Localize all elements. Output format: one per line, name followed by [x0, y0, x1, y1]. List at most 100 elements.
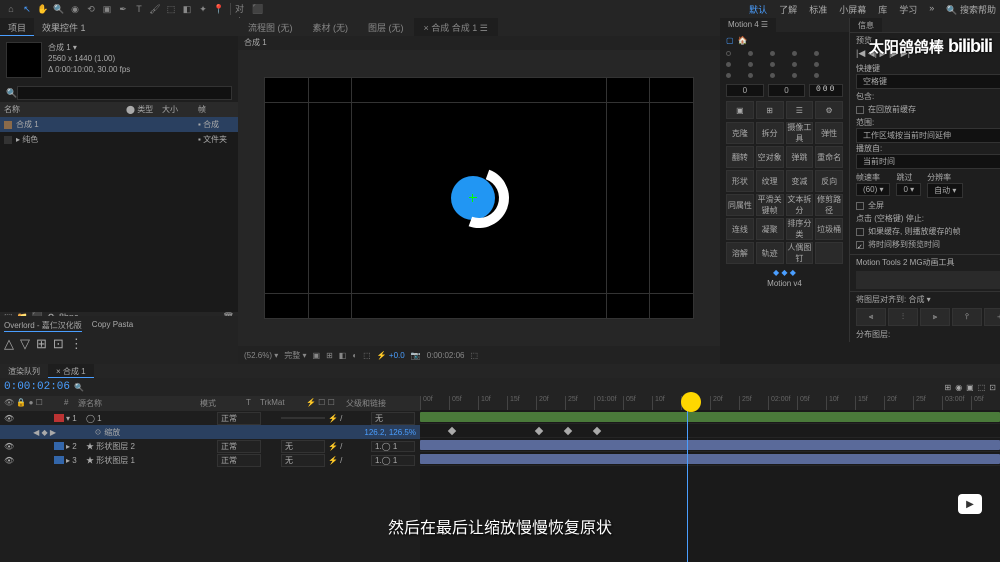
- m4-btn-a[interactable]: ▣: [726, 101, 754, 119]
- vp-icon-5[interactable]: ⬚: [363, 351, 371, 360]
- ol-icon-1[interactable]: △: [4, 336, 14, 352]
- m4-rename[interactable]: 重命名: [815, 146, 843, 168]
- m4-cluster[interactable]: 凝聚: [756, 218, 784, 240]
- m4-btn-d[interactable]: ⚙: [815, 101, 843, 119]
- m4-reduce[interactable]: 变减: [786, 170, 814, 192]
- m4-split[interactable]: 拆分: [756, 122, 784, 144]
- m4-trim[interactable]: 修剪路径: [815, 194, 843, 216]
- puppet-tool[interactable]: 📍: [212, 2, 226, 16]
- vp-icon-6[interactable]: ⬚: [471, 351, 479, 360]
- snapshot-icon[interactable]: 📷: [411, 351, 421, 360]
- shape-layer[interactable]: [449, 168, 509, 228]
- keyframe[interactable]: [564, 427, 572, 435]
- vp-icon-4[interactable]: ◐: [352, 351, 357, 360]
- roto-tool[interactable]: ✦: [196, 2, 210, 16]
- m4-same[interactable]: 同属性: [726, 194, 754, 216]
- tab-project[interactable]: 项目: [0, 18, 34, 36]
- project-search-input[interactable]: [17, 86, 232, 100]
- exposure-icon[interactable]: ⚡ +0.0: [377, 351, 405, 360]
- m4-sort[interactable]: 排序分类: [786, 218, 814, 240]
- workspace-standard[interactable]: 标准: [809, 3, 827, 16]
- time-ruler[interactable]: 00f05f10f15f20f25f01:00f05f10f15f20f25f0…: [420, 396, 1000, 410]
- m4-flip[interactable]: 翻转: [726, 146, 754, 168]
- camera-tool[interactable]: ▣: [100, 2, 114, 16]
- workspace-study[interactable]: 学习: [899, 3, 917, 16]
- m4-dissolve[interactable]: 溶解: [726, 242, 754, 264]
- tab-flowchart[interactable]: 流程图 (无): [238, 18, 303, 36]
- tab-composition[interactable]: × 合成 合成 1 ☰: [414, 18, 498, 36]
- skip-dropdown[interactable]: 0 ▾: [896, 183, 921, 196]
- tl-icon-3[interactable]: ▣: [966, 383, 974, 392]
- quality-dropdown[interactable]: 完整 ▾: [284, 350, 306, 361]
- cb-fullscreen[interactable]: [856, 202, 864, 210]
- tl-icon-5[interactable]: ⊡: [989, 383, 996, 392]
- current-timecode[interactable]: 0:00:02:06: [4, 381, 70, 393]
- keyframe[interactable]: [448, 427, 456, 435]
- ol-icon-2[interactable]: ▽: [20, 336, 30, 352]
- m4-mode-icon[interactable]: ▢: [726, 36, 734, 45]
- cb-cached-play[interactable]: [856, 228, 864, 236]
- cb-move-time[interactable]: [856, 241, 864, 249]
- mt2-bar[interactable]: [856, 271, 1000, 289]
- brush-tool[interactable]: 🖌: [148, 2, 162, 16]
- orbit-tool[interactable]: ◉: [68, 2, 82, 16]
- m4-trail[interactable]: 轨迹: [756, 242, 784, 264]
- m4-shape[interactable]: 形状: [726, 170, 754, 192]
- res-dropdown[interactable]: 自动 ▾: [927, 183, 963, 198]
- fill-icon[interactable]: ⬛: [251, 2, 265, 16]
- m4-texture[interactable]: 纹理: [756, 170, 784, 192]
- clone-tool[interactable]: ⬚: [164, 2, 178, 16]
- workspace-learn[interactable]: 了解: [779, 3, 797, 16]
- m4-connect[interactable]: 连线: [726, 218, 754, 240]
- align-m[interactable]: ⫞: [984, 308, 1000, 326]
- m4-reverse[interactable]: 反向: [815, 170, 843, 192]
- m4-null[interactable]: 空对象: [756, 146, 784, 168]
- anchor-point-icon[interactable]: [469, 194, 477, 202]
- m4-smooth[interactable]: 平滑关键帧: [756, 194, 784, 216]
- tab-overlord[interactable]: Overlord - 嘉仁汉化版: [4, 320, 82, 332]
- workspace-small[interactable]: 小屏幕: [839, 3, 866, 16]
- rotate-tool[interactable]: ⟲: [84, 2, 98, 16]
- m4-empty[interactable]: [815, 242, 843, 264]
- layer-3[interactable]: 👁 ▸ 3 ★ 形状图层 1 正常 无 ⚡ / 1.◯ 1: [0, 453, 420, 467]
- vp-icon-3[interactable]: ◧: [339, 351, 347, 360]
- ol-icon-4[interactable]: ⊡: [53, 336, 64, 352]
- keyframe[interactable]: [593, 427, 601, 435]
- tl-search-icon[interactable]: 🔍: [74, 383, 84, 392]
- workspace-default[interactable]: 默认: [749, 3, 767, 16]
- zoom-tool[interactable]: 🔍: [52, 2, 66, 16]
- tab-motion4[interactable]: Motion 4 ☰: [720, 18, 776, 32]
- align-l[interactable]: ⫷: [856, 308, 886, 326]
- tl-icon-4[interactable]: ⬚: [978, 383, 986, 392]
- keyframe[interactable]: [535, 427, 543, 435]
- m4-num-1[interactable]: 0: [726, 84, 764, 97]
- tab-footage[interactable]: 素材 (无): [303, 18, 359, 36]
- tl-icon-1[interactable]: ⊞: [944, 383, 951, 392]
- playfrom-dropdown[interactable]: 当前时间: [856, 154, 1000, 169]
- m4-camera[interactable]: 摄像工具: [786, 122, 814, 144]
- m4-elastic[interactable]: 弹性: [815, 122, 843, 144]
- ol-icon-5[interactable]: ⋮: [70, 336, 83, 352]
- align-c[interactable]: ⫶: [888, 308, 918, 326]
- select-tool[interactable]: ↖: [20, 2, 34, 16]
- tab-render-queue[interactable]: 渲染队列: [0, 364, 48, 378]
- zoom-dropdown[interactable]: (52.6%) ▾: [244, 351, 278, 360]
- comp-thumbnail[interactable]: [6, 42, 42, 78]
- tab-copypasta[interactable]: Copy Pasta: [92, 320, 133, 332]
- m4-btn-c[interactable]: ☰: [786, 101, 814, 119]
- m4-bounce[interactable]: 弹跳: [786, 146, 814, 168]
- text-tool[interactable]: T: [132, 2, 146, 16]
- workspace-lib[interactable]: 库: [878, 3, 887, 16]
- anchor-grid[interactable]: [726, 51, 843, 78]
- project-columns[interactable]: 名称 ⬤ 类型 大小 帧: [0, 102, 238, 117]
- project-item-solids[interactable]: ▸ 纯色 ▪ 文件夹: [0, 132, 238, 147]
- eraser-tool[interactable]: ◧: [180, 2, 194, 16]
- fps-dropdown[interactable]: (60) ▾: [856, 183, 890, 196]
- project-item-comp[interactable]: 合成 1 ▪ 合成: [0, 117, 238, 132]
- vp-timecode[interactable]: 0:00:02:06: [427, 351, 465, 360]
- m4-num-2[interactable]: 0: [768, 84, 806, 97]
- m4-clone[interactable]: 克隆: [726, 122, 754, 144]
- vp-icon-1[interactable]: ▣: [313, 351, 321, 360]
- workspace-more[interactable]: »: [929, 3, 934, 16]
- tab-effect-controls[interactable]: 效果控件 1: [34, 18, 94, 36]
